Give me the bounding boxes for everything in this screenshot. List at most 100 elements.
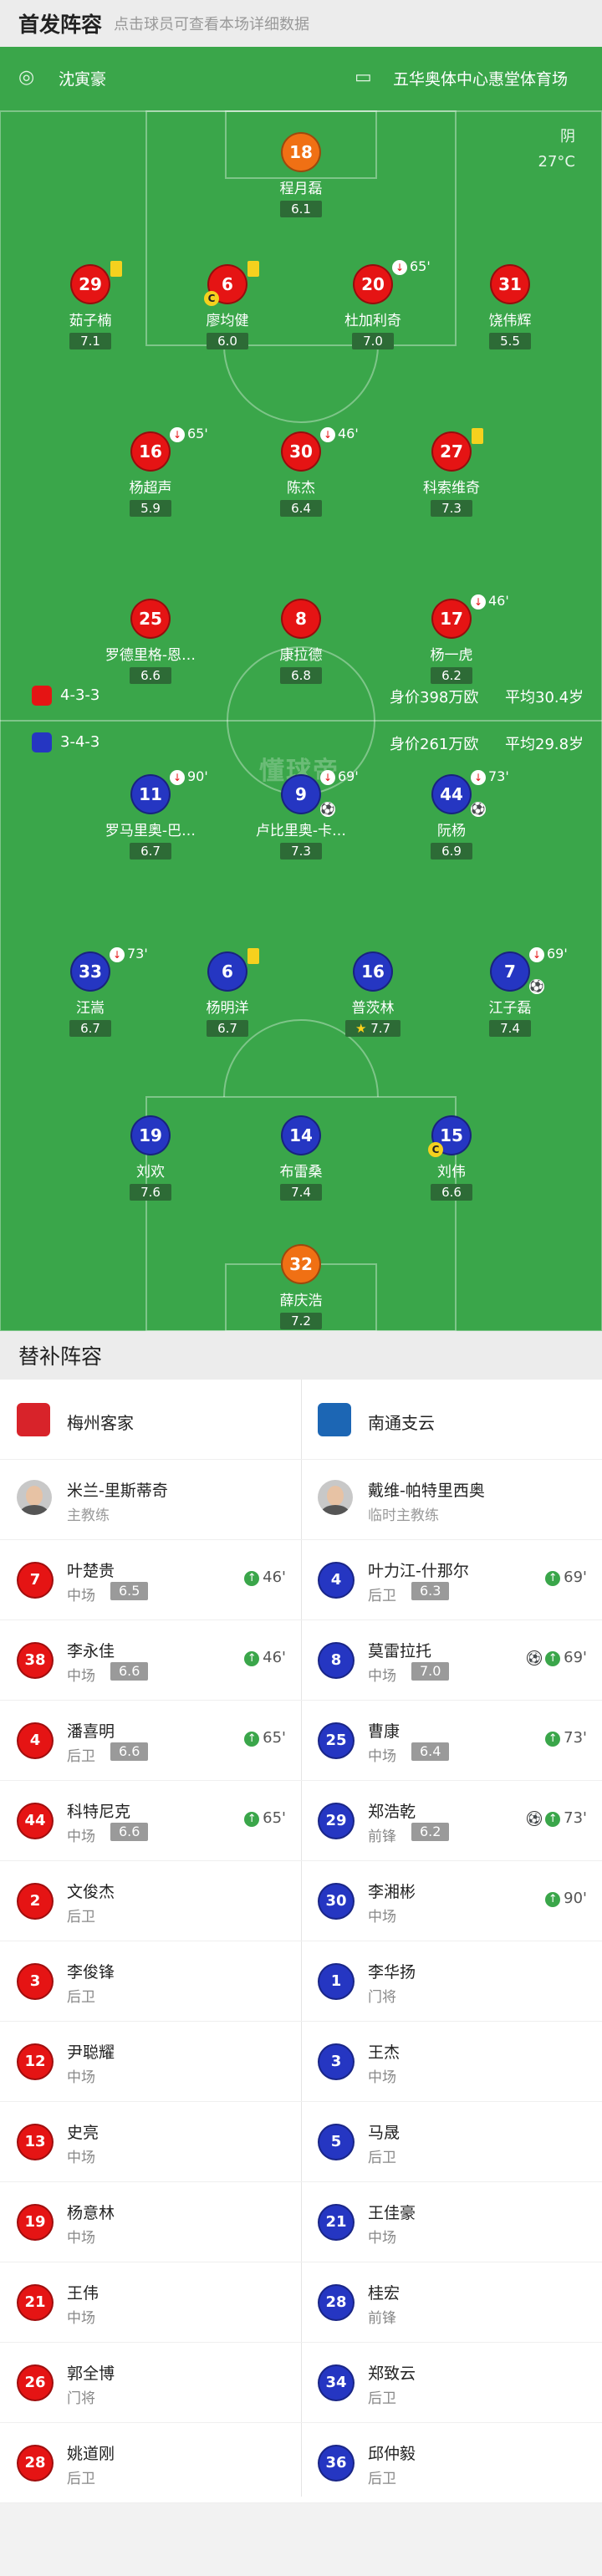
away-sub-player[interactable]: 4 叶力江-什那尔 后卫 6.3 ↑ 69' — [301, 1540, 602, 1620]
player-home-18[interactable]: 18 程月磊 6.1 — [226, 132, 376, 217]
home-sub-player[interactable]: 19 杨意林 中场 — [0, 2182, 301, 2262]
player-away-32[interactable]: 32 薛庆浩 7.2 — [226, 1244, 376, 1329]
away-sub-player[interactable]: 29 郑浩乾 前锋 6.2 ⚽ ↑ 73' — [301, 1781, 602, 1861]
sub-on-icon: ↑ — [244, 1812, 260, 1827]
player-home-27[interactable]: 27 科索维奇 7.3 — [376, 428, 527, 517]
home-sub-player[interactable]: 13 史亮 中场 — [0, 2102, 301, 2182]
sub-name: 史亮 — [67, 2124, 99, 2142]
sub-off-icon: ↓ — [170, 427, 185, 442]
away-sub-player[interactable]: 8 莫雷拉托 中场 7.0 ⚽ ↑ 69' — [301, 1620, 602, 1701]
away-team-name[interactable]: 南通支云 — [368, 1410, 435, 1434]
away-sub-player[interactable]: 34 郑致云 后卫 — [301, 2343, 602, 2423]
player-away-14[interactable]: 14 布雷桑 7.4 — [226, 1115, 376, 1201]
sub-number: 36 — [318, 2445, 355, 2482]
player-away-16[interactable]: 16 普茨林 ★ 7.7 — [298, 951, 448, 1037]
player-number: 20 — [353, 264, 393, 304]
sub-off-icon: ↓ — [529, 947, 544, 962]
player-rating: 6.7 — [207, 1020, 248, 1037]
home-sub-player[interactable]: 44 科特尼克 中场 6.6 ↑ 65' — [0, 1781, 301, 1861]
star-icon: ★ — [355, 1021, 367, 1036]
player-rating: 6.7 — [69, 1020, 111, 1037]
sub-number: 3 — [17, 1963, 54, 2000]
away-formation: 3-4-3 — [32, 732, 99, 757]
player-away-15[interactable]: 15 C 刘伟 6.6 — [376, 1115, 527, 1201]
player-home-16[interactable]: 16 ↓ 65' 杨超声 5.9 — [75, 426, 226, 517]
player-home-31[interactable]: 31 饶伟辉 5.5 — [435, 264, 585, 349]
player-home-8[interactable]: 8 康拉德 6.8 — [226, 599, 376, 684]
rating-value: 6.6 — [441, 1185, 462, 1200]
away-sub-player[interactable]: 28 桂宏 前锋 — [301, 2262, 602, 2343]
subs-team-row: 梅州客家 南通支云 — [0, 1380, 602, 1460]
away-team-logo-icon — [318, 1403, 351, 1436]
home-sub-player[interactable]: 2 文俊杰 后卫 — [0, 1861, 301, 1941]
away-sub-player[interactable]: 30 李湘彬 中场 ↑ 90' — [301, 1861, 602, 1941]
player-home-29[interactable]: 29 茹子楠 7.1 — [15, 261, 166, 349]
sub-on-icon: ↑ — [545, 1892, 561, 1907]
player-number: 30 — [281, 431, 321, 472]
player-away-9[interactable]: 9 ↓ 69' ⚽ 卢比里奥-卡… 7.3 — [226, 768, 376, 860]
sub-on-minute: 46' — [263, 1569, 286, 1586]
goal-ball-icon: ⚽ — [527, 1650, 543, 1665]
home-sub-player[interactable]: 38 李永佳 中场 6.6 ↑ 46' — [0, 1620, 301, 1701]
sub-number: 4 — [17, 1722, 54, 1759]
away-coach[interactable]: 戴维-帕特里西奥 临时主教练 — [301, 1460, 602, 1540]
away-sub-player[interactable]: 36 邱仲毅 后卫 — [301, 2423, 602, 2503]
sub-name: 王伟 — [67, 2284, 99, 2303]
home-sub-player[interactable]: 3 李俊锋 后卫 — [0, 1941, 301, 2022]
home-coach[interactable]: 米兰-里斯蒂奇 主教练 — [0, 1460, 301, 1540]
home-sub-player[interactable]: 21 王伟 中场 — [0, 2262, 301, 2343]
player-away-11[interactable]: 11 ↓ 90' 罗马里奥-巴… 6.7 — [75, 768, 226, 860]
sub-off-icon: ↓ — [392, 260, 407, 275]
rating-value: 5.5 — [500, 334, 520, 349]
player-home-20[interactable]: 20 ↓ 65' 杜加利奇 7.0 — [298, 258, 448, 349]
player-home-17[interactable]: 17 ↓ 46' 杨一虎 6.2 — [376, 593, 527, 684]
sub-on-indicator: ⚽ ↑ 73' — [527, 1809, 587, 1827]
home-sub-player[interactable]: 26 郭全博 门将 — [0, 2343, 301, 2423]
sub-position: 后卫 — [67, 1748, 95, 1765]
home-sub-player[interactable]: 4 潘喜明 后卫 6.6 ↑ 65' — [0, 1701, 301, 1781]
player-name: 饶伟辉 — [488, 313, 532, 329]
player-away-33[interactable]: 33 ↓ 73' 汪嵩 6.7 — [15, 946, 166, 1037]
sub-row: 2 文俊杰 后卫 30 李湘彬 中场 ↑ 90' — [0, 1861, 602, 1941]
away-sub-player[interactable]: 5 马晟 后卫 — [301, 2102, 602, 2182]
rating-value: 6.0 — [217, 334, 237, 349]
rating-value: 7.1 — [80, 334, 100, 349]
away-sub-player[interactable]: 1 李华扬 门将 — [301, 1941, 602, 2022]
sub-position: 门将 — [67, 2390, 95, 2407]
home-sub-player[interactable]: 7 叶楚贵 中场 6.5 ↑ 46' — [0, 1540, 301, 1620]
player-number: 16 — [130, 431, 171, 472]
lineup-hint: 点击球员可查看本场详细数据 — [114, 16, 310, 33]
home-sub-player[interactable]: 28 姚道刚 后卫 — [0, 2423, 301, 2503]
assist-icon: ⚽ — [471, 802, 486, 817]
player-name: 杜加利奇 — [344, 313, 401, 329]
player-rating: 7.6 — [130, 1184, 171, 1201]
player-name: 杨明洋 — [206, 1000, 249, 1017]
player-home-25[interactable]: 25 罗德里格-恩… 6.6 — [75, 599, 226, 684]
yellow-card-icon — [247, 261, 259, 277]
player-rating: 5.9 — [130, 500, 171, 517]
yellow-card-icon — [472, 428, 483, 444]
player-away-6[interactable]: 6 杨明洋 6.7 — [152, 948, 303, 1037]
sub-number: 7 — [17, 1562, 54, 1599]
sub-off-minute: 90' — [187, 768, 208, 784]
sub-name: 叶力江-什那尔 — [368, 1562, 469, 1580]
away-sub-player[interactable]: 3 王杰 中场 — [301, 2022, 602, 2102]
home-coach-label: 沈寅豪 — [59, 70, 107, 89]
rating-value: 6.6 — [140, 668, 161, 683]
player-home-30[interactable]: 30 ↓ 46' 陈杰 6.4 — [226, 426, 376, 517]
away-sub-player[interactable]: 25 曹康 中场 6.4 ↑ 73' — [301, 1701, 602, 1781]
coach-name: 米兰-里斯蒂奇 — [67, 1482, 168, 1500]
player-away-44[interactable]: 44 ↓ 73' ⚽ 阮杨 6.9 — [376, 768, 527, 860]
home-team-name[interactable]: 梅州客家 — [67, 1410, 134, 1434]
away-sub-player[interactable]: 21 王佳豪 中场 — [301, 2182, 602, 2262]
sub-position: 前锋 — [368, 2310, 396, 2327]
player-number: 6 — [207, 951, 247, 992]
sub-number: 26 — [17, 2364, 54, 2401]
player-number: 18 — [281, 132, 321, 172]
player-away-19[interactable]: 19 刘欢 7.6 — [75, 1115, 226, 1201]
player-home-6[interactable]: 6 C 廖均健 6.0 — [152, 261, 303, 349]
sub-on-minute: 69' — [564, 1569, 587, 1586]
home-sub-player[interactable]: 12 尹聪耀 中场 — [0, 2022, 301, 2102]
player-name: 陈杰 — [287, 480, 315, 497]
player-away-7[interactable]: 7 ↓ 69' ⚽ 江子磊 7.4 — [435, 946, 585, 1037]
